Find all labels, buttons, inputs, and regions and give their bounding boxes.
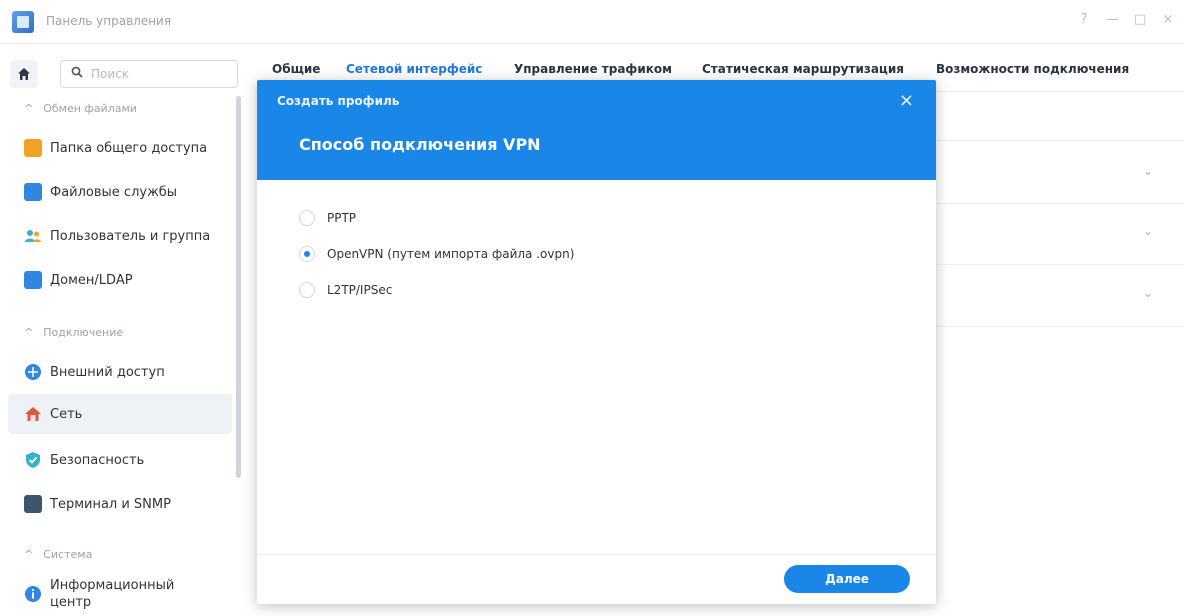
sidebar-item-external-access[interactable]: Внешний доступ [8, 352, 232, 392]
option-openvpn[interactable]: OpenVPN (путем импорта файла .ovpn) [299, 246, 574, 262]
row-divider [936, 140, 1184, 141]
minimize-icon[interactable]: — [1106, 12, 1119, 27]
sidebar-item-domain-ldap[interactable]: Домен/LDAP [8, 260, 232, 300]
close-icon[interactable]: × [899, 90, 914, 111]
sidebar-item-user-group[interactable]: Пользователь и группа [8, 216, 232, 256]
file-services-icon [24, 183, 42, 201]
radio-button[interactable] [299, 282, 315, 298]
sidebar-item-terminal-snmp[interactable]: Терминал и SNMP [8, 484, 232, 524]
dialog-footer: Далее [257, 554, 936, 604]
chevron-down-icon[interactable]: ⌄ [1143, 224, 1153, 238]
close-icon[interactable]: × [1162, 12, 1174, 27]
tab-connectivity[interactable]: Возможности подключения [936, 62, 1129, 76]
row-divider [936, 203, 1184, 204]
row-divider [936, 264, 1184, 265]
sidebar-item-network[interactable]: Сеть [8, 394, 232, 434]
option-label: OpenVPN (путем импорта файла .ovpn) [327, 247, 575, 261]
control-panel-app-icon [12, 11, 34, 33]
tab-static-route[interactable]: Статическая маршрутизация [702, 62, 904, 76]
terminal-icon [24, 495, 42, 513]
option-label: PPTP [327, 211, 357, 225]
external-access-icon [24, 363, 42, 381]
window-title: Панель управления [46, 14, 172, 28]
chevron-down-icon[interactable]: ⌄ [1143, 286, 1153, 300]
sidebar-scrollbar[interactable] [236, 96, 241, 478]
tab-general[interactable]: Общие [272, 62, 320, 76]
chevron-down-icon[interactable]: ⌄ [1143, 164, 1153, 178]
row-divider [936, 326, 1184, 327]
user-group-icon [24, 227, 42, 245]
domain-ldap-icon [24, 271, 42, 289]
chevron-up-icon: ^ [24, 326, 34, 339]
sidebar-item-security[interactable]: Безопасность [8, 440, 232, 480]
chevron-up-icon: ^ [24, 548, 34, 561]
sidebar-top: Поиск [10, 60, 238, 88]
network-icon [24, 405, 42, 423]
dialog-header: Создать профиль × Способ подключения VPN [257, 80, 936, 180]
radio-button[interactable] [299, 210, 315, 226]
maximize-icon[interactable]: □ [1134, 12, 1146, 27]
search-input[interactable]: Поиск [60, 60, 238, 88]
window-titlebar: Панель управления ? — □ × [0, 0, 1184, 44]
home-button[interactable] [10, 60, 38, 88]
dialog-title: Создать профиль [277, 94, 400, 108]
window-controls: ? — □ × [1078, 12, 1174, 27]
sidebar: Поиск ^ Обмен файлами Папка общего доступ… [0, 44, 244, 616]
help-icon[interactable]: ? [1078, 12, 1090, 27]
option-pptp[interactable]: PPTP [299, 210, 356, 226]
radio-button-checked[interactable] [299, 246, 315, 262]
sidebar-item-info-center[interactable]: Информационный центр [8, 572, 232, 616]
option-l2tp-ipsec[interactable]: L2TP/IPSec [299, 282, 392, 298]
sidebar-item-file-services[interactable]: Файловые службы [8, 172, 232, 212]
section-connectivity[interactable]: ^ Подключение [24, 326, 123, 339]
create-profile-dialog: Создать профиль × Способ подключения VPN… [257, 80, 936, 604]
security-shield-icon [24, 451, 42, 469]
tab-network-interface[interactable]: Сетевой интерфейс [346, 62, 482, 76]
chevron-up-icon: ^ [24, 102, 34, 115]
option-label: L2TP/IPSec [327, 283, 393, 297]
search-placeholder: Поиск [91, 67, 130, 81]
sidebar-item-shared-folder[interactable]: Папка общего доступа [8, 128, 232, 168]
dialog-heading: Способ подключения VPN [299, 135, 541, 154]
home-icon [18, 68, 30, 80]
section-system[interactable]: ^ Система [24, 548, 92, 561]
next-button[interactable]: Далее [784, 565, 910, 593]
section-file-sharing[interactable]: ^ Обмен файлами [24, 102, 137, 115]
info-center-icon [24, 585, 42, 603]
shared-folder-icon [24, 139, 42, 157]
search-icon [71, 66, 83, 82]
tab-traffic-control[interactable]: Управление трафиком [514, 62, 672, 76]
